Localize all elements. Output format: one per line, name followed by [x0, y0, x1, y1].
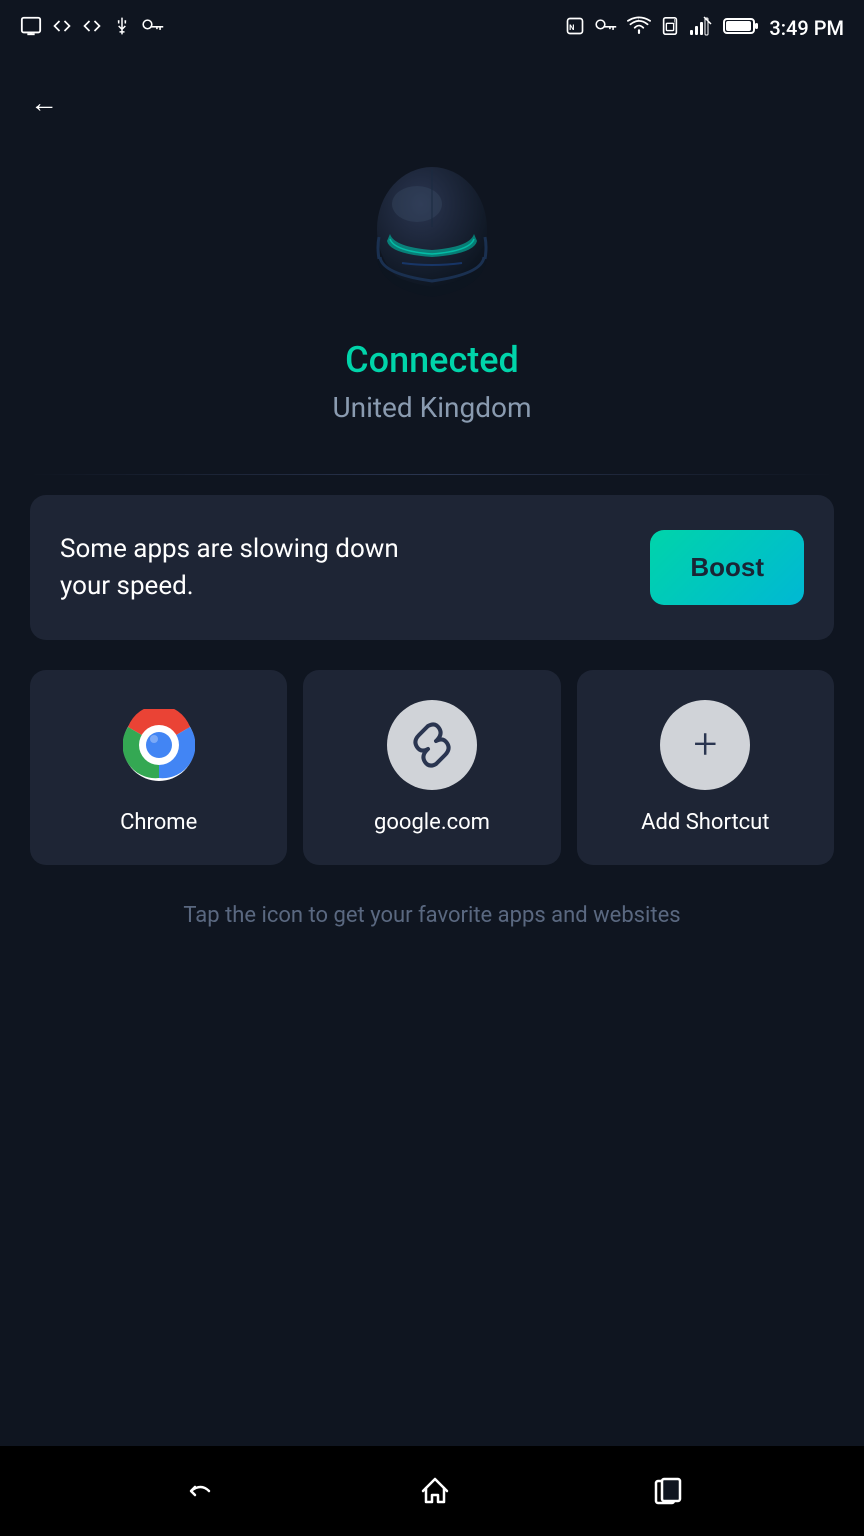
shortcut-google[interactable]: google.com	[303, 670, 560, 865]
chrome-label: Chrome	[120, 810, 197, 835]
status-time: 3:49 PM	[769, 16, 844, 40]
code1-icon	[52, 16, 72, 41]
boost-button[interactable]: Boost	[650, 530, 804, 605]
shortcuts-grid: Chrome google.com + Add Shortcut	[30, 670, 834, 865]
wifi-icon: ↓	[627, 16, 651, 41]
chrome-icon-wrap	[114, 700, 204, 790]
nav-home-button[interactable]	[409, 1465, 461, 1517]
back-button[interactable]: ←	[30, 76, 58, 129]
status-icons-left	[20, 15, 164, 42]
svg-text:↓: ↓	[638, 16, 641, 23]
boost-message: Some apps are slowing down your speed.	[60, 531, 420, 604]
boost-card: Some apps are slowing down your speed. B…	[30, 495, 834, 640]
link-icon-wrap	[387, 700, 477, 790]
google-label: google.com	[374, 810, 490, 835]
vpnkey-icon	[595, 17, 617, 40]
status-bar: N ↓ !	[0, 0, 864, 56]
country-label: United Kingdom	[332, 391, 531, 424]
screenshot-icon	[20, 15, 42, 42]
battery-icon	[723, 16, 759, 41]
usb-icon	[112, 16, 132, 41]
key-icon	[142, 17, 164, 40]
shortcut-add[interactable]: + Add Shortcut	[577, 670, 834, 865]
section-divider	[30, 474, 834, 475]
add-shortcut-label: Add Shortcut	[641, 810, 769, 835]
helmet-image	[352, 159, 512, 319]
code2-icon	[82, 16, 102, 41]
hero-section: Connected United Kingdom	[30, 159, 834, 424]
back-arrow-icon: ←	[30, 86, 58, 119]
nfc-icon: N	[565, 16, 585, 41]
nav-recents-button[interactable]	[643, 1466, 693, 1516]
add-icon-wrap: +	[660, 700, 750, 790]
sim-icon: !	[661, 16, 679, 41]
connected-status: Connected	[345, 339, 519, 381]
plus-icon: +	[693, 724, 717, 766]
svg-text:N: N	[570, 23, 575, 32]
signal-icon	[689, 16, 713, 41]
main-content: ←	[0, 56, 864, 1446]
nav-back-button[interactable]	[171, 1463, 227, 1519]
hint-text: Tap the icon to get your favorite apps a…	[30, 899, 834, 932]
status-icons-right: N ↓ !	[565, 16, 844, 41]
shortcut-chrome[interactable]: Chrome	[30, 670, 287, 865]
nav-bar	[0, 1446, 864, 1536]
